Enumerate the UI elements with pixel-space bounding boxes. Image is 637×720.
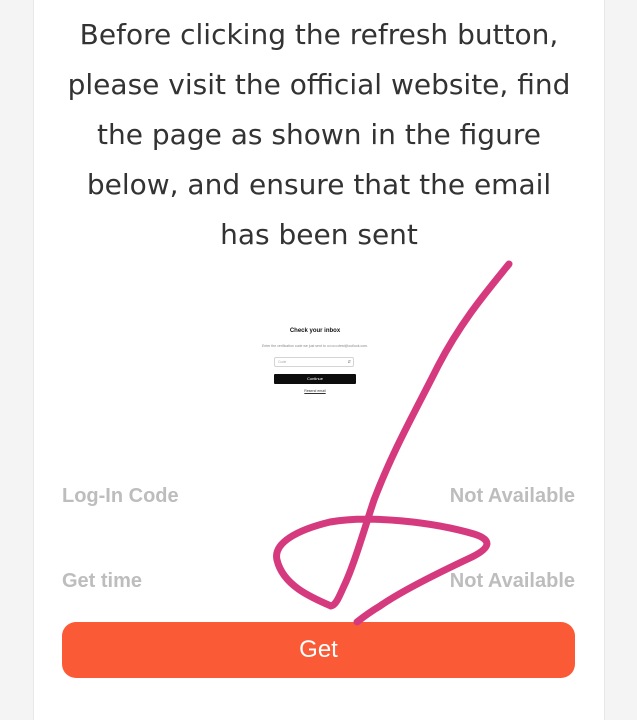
get-time-value: Not Available bbox=[449, 570, 575, 592]
stepper-arrows-icon: ⇵ bbox=[347, 359, 351, 364]
figure-continue-button: Continue bbox=[274, 374, 356, 384]
login-code-value: Not Available bbox=[449, 485, 575, 507]
figure-code-input: Code ⇵ bbox=[274, 357, 354, 367]
figure-code-placeholder: Code bbox=[278, 360, 287, 364]
instruction-text: Before clicking the refresh button, plea… bbox=[67, 18, 571, 251]
login-code-label: Log-In Code bbox=[62, 485, 179, 507]
figure-subtitle: Enter the verification code we just sent… bbox=[261, 344, 369, 348]
reference-screenshot: Check your inbox Enter the verification … bbox=[240, 322, 390, 402]
figure-title: Check your inbox bbox=[289, 328, 341, 334]
get-time-label: Get time bbox=[62, 570, 143, 592]
figure-resend-link: Resend email bbox=[304, 389, 326, 393]
get-button[interactable]: Get bbox=[62, 622, 575, 678]
